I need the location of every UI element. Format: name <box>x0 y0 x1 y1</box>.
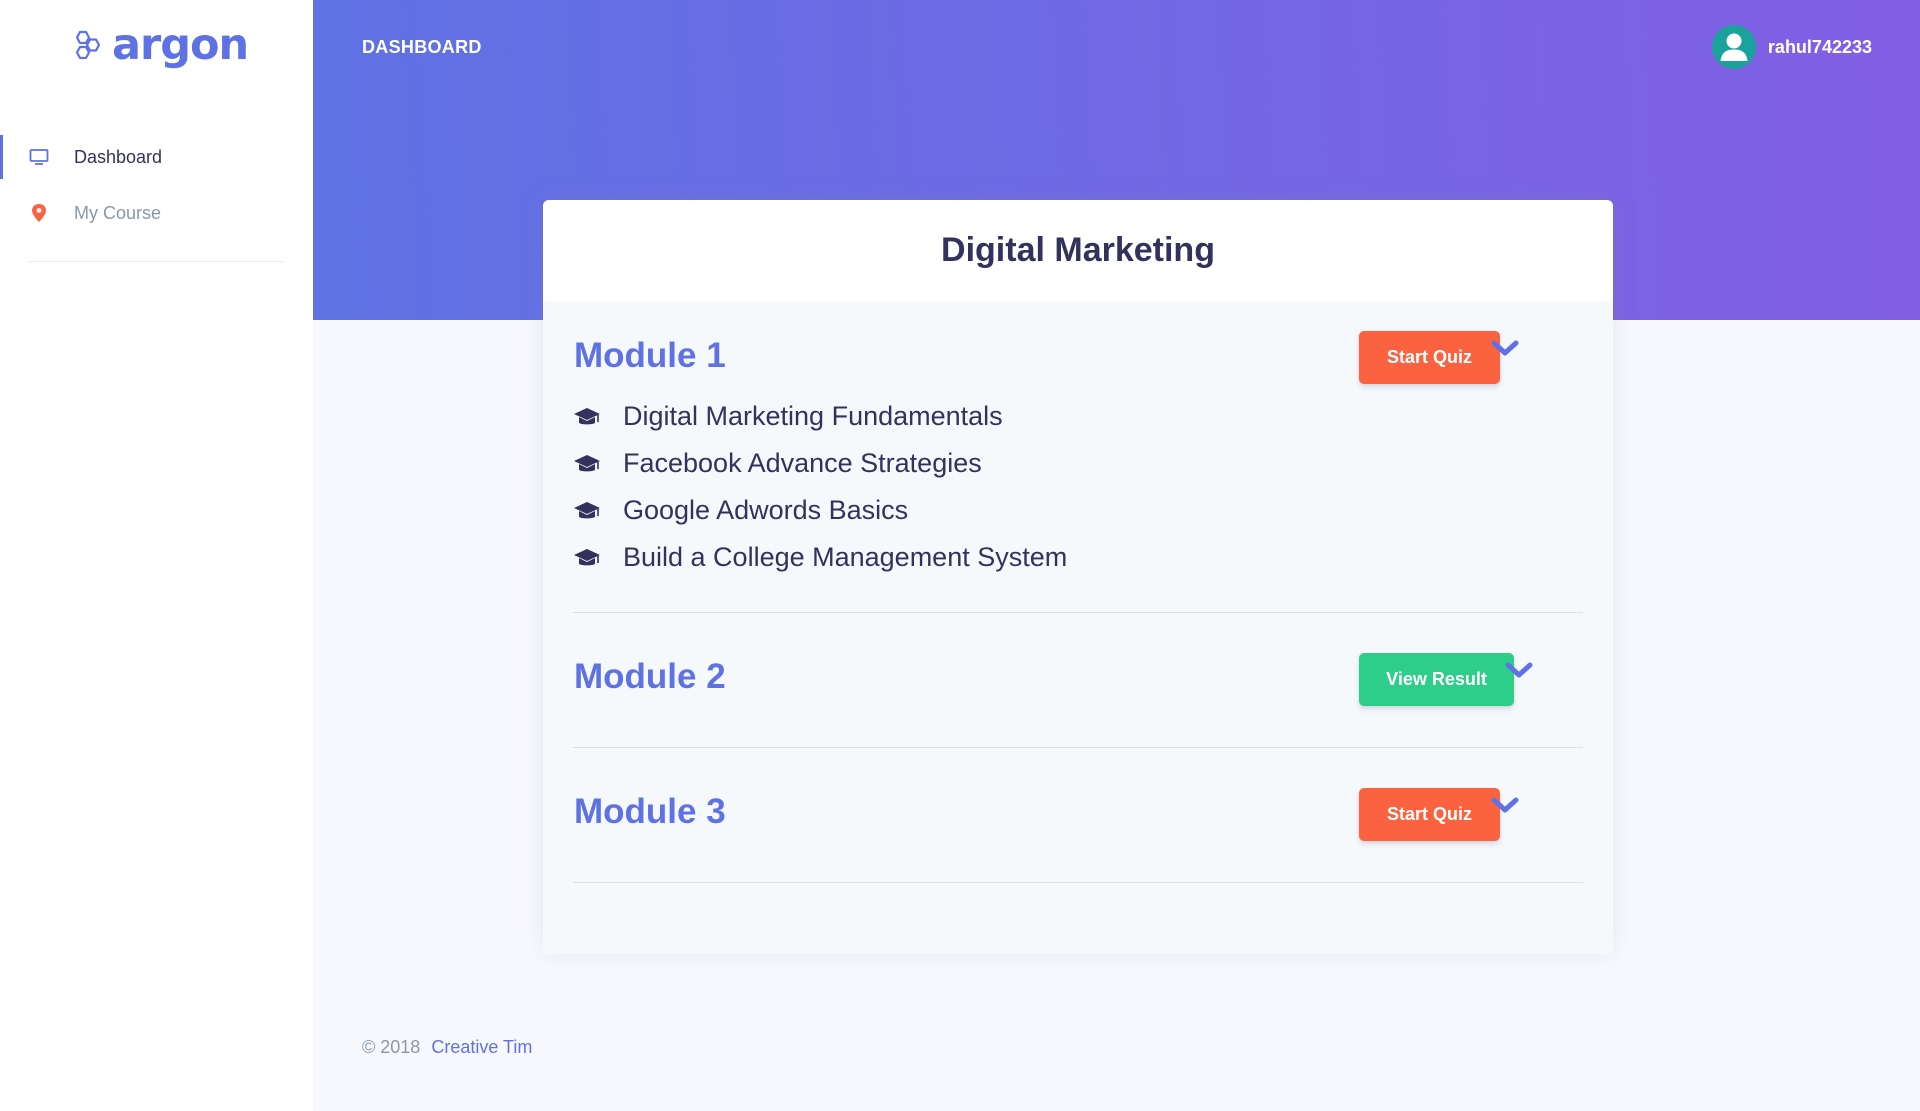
chevron-down-icon[interactable] <box>1490 795 1520 817</box>
topic-label: Google Adwords Basics <box>623 495 909 525</box>
topic-list: Digital Marketing Fundamentals Facebook … <box>573 393 1067 581</box>
module-item: Module 1 Start Quiz Digital Marketing Fu… <box>573 301 1583 613</box>
map-pin-icon <box>29 203 49 223</box>
view-result-button[interactable]: View Result <box>1359 653 1514 706</box>
page-title[interactable]: DASHBOARD <box>362 37 482 58</box>
topic-label: Build a College Management System <box>623 542 1068 572</box>
creative-tim-link[interactable]: Creative Tim <box>431 1037 532 1057</box>
list-item: Build a College Management System <box>573 534 1067 581</box>
module-title: Module 1 <box>574 336 726 375</box>
module-item: Module 2 View Result <box>573 613 1583 748</box>
sidebar-nav: Dashboard My Course <box>0 133 313 245</box>
chevron-down-icon[interactable] <box>1504 660 1534 682</box>
user-menu[interactable]: rahul742233 <box>1711 25 1872 69</box>
copyright-text: © 2018 <box>362 1037 421 1057</box>
sidebar-item-label: Dashboard <box>74 146 163 167</box>
graduation-cap-icon <box>574 501 600 518</box>
brand-name: argon <box>112 20 249 70</box>
list-item: Digital Marketing Fundamentals <box>573 393 1067 440</box>
card-header: Digital Marketing <box>543 200 1613 301</box>
start-quiz-button[interactable]: Start Quiz <box>1359 331 1500 384</box>
monitor-icon <box>29 147 49 167</box>
graduation-cap-icon <box>574 407 600 424</box>
sidebar: argon Dashboard My Course <box>0 0 313 1111</box>
graduation-cap-icon <box>574 548 600 565</box>
topic-label: Facebook Advance Strategies <box>623 448 982 478</box>
user-avatar-icon <box>1711 25 1756 69</box>
sidebar-item-my-course[interactable]: My Course <box>0 189 313 237</box>
topic-label: Digital Marketing Fundamentals <box>623 401 1003 431</box>
module-title: Module 3 <box>574 792 726 831</box>
sidebar-item-label: My Course <box>74 202 162 223</box>
brand-logo[interactable]: argon <box>70 20 249 70</box>
sidebar-item-dashboard[interactable]: Dashboard <box>0 133 313 181</box>
module-item: Module 3 Start Quiz <box>573 748 1583 883</box>
start-quiz-button[interactable]: Start Quiz <box>1359 788 1500 841</box>
hexagon-logo-icon <box>75 30 101 60</box>
footer: © 2018 Creative Tim <box>362 1037 532 1058</box>
module-title: Module 2 <box>574 657 726 696</box>
list-item: Google Adwords Basics <box>573 487 1067 534</box>
list-item: Facebook Advance Strategies <box>573 440 1067 487</box>
chevron-down-icon[interactable] <box>1490 338 1520 360</box>
graduation-cap-icon <box>574 454 600 471</box>
username: rahul742233 <box>1767 36 1872 57</box>
course-card: Digital Marketing Module 1 Start Quiz Di… <box>543 200 1613 954</box>
course-title: Digital Marketing <box>941 231 1215 269</box>
sidebar-divider <box>29 261 283 262</box>
